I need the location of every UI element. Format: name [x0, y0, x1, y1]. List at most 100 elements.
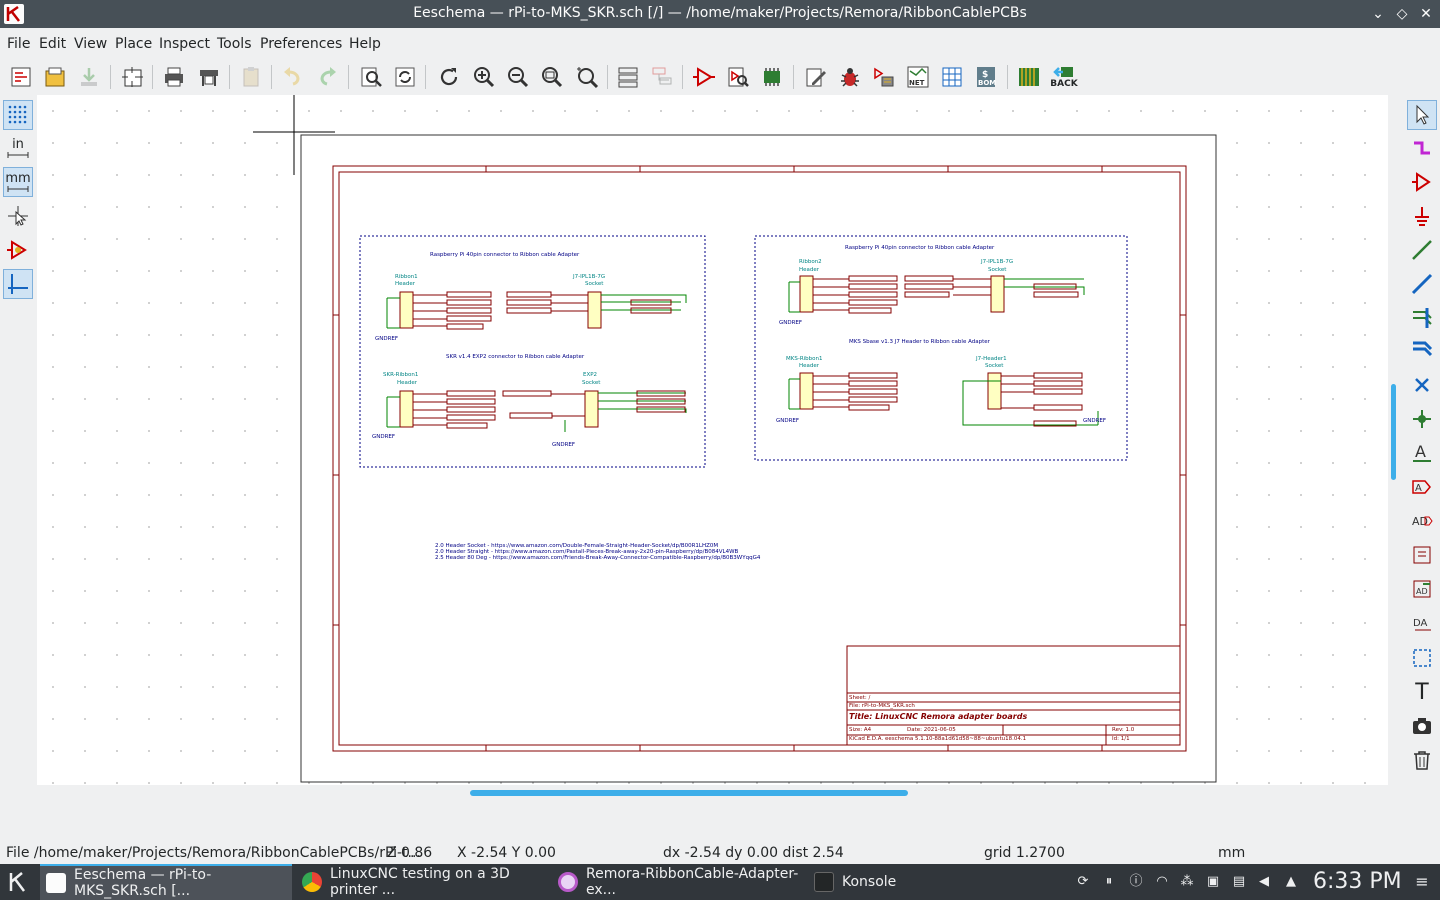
no-connect-icon[interactable] [1407, 370, 1437, 400]
taskbar-item-konsole[interactable]: Konsole [808, 864, 928, 900]
br-gnd-label-2: GNDREF [1083, 418, 1107, 424]
menu-tools[interactable]: Tools [217, 36, 252, 52]
vertical-scrollbar[interactable] [1391, 384, 1396, 480]
menu-place[interactable]: Place [115, 36, 152, 52]
menu-help[interactable]: Help [349, 36, 381, 52]
titleblock-sheet: Sheet: / [849, 695, 871, 701]
kde-launcher-icon[interactable] [6, 864, 34, 900]
annotate-icon[interactable] [758, 63, 786, 91]
print-icon[interactable] [160, 63, 188, 91]
plot-icon[interactable] [195, 63, 223, 91]
clock[interactable]: 6:33 PM [1313, 869, 1402, 894]
maximize-button[interactable]: ◇ [1392, 4, 1412, 24]
add-label-icon[interactable]: A [1407, 437, 1437, 467]
edit-fields-icon[interactable] [802, 63, 830, 91]
titleblock-rev: Rev: 1.0 [1112, 727, 1135, 733]
hidden-pins-icon[interactable] [3, 235, 33, 265]
add-sheet-pin-icon[interactable]: DA [1407, 608, 1437, 638]
bom-icon[interactable]: $ BOM [972, 63, 1000, 91]
bl-exp2-value: Socket [582, 380, 601, 386]
add-sheet-icon[interactable] [1407, 540, 1437, 570]
refresh-icon[interactable] [435, 63, 463, 91]
add-hierarchical-label-icon[interactable]: AD [1407, 506, 1437, 536]
add-power-icon[interactable] [1407, 201, 1437, 231]
zoom-selection-icon[interactable] [573, 63, 601, 91]
titleblock-date: Date: 2021-06-05 [907, 727, 956, 733]
wire-to-bus-icon[interactable] [1407, 302, 1437, 332]
netlist-icon[interactable]: NET [904, 63, 932, 91]
paste-icon[interactable] [237, 63, 265, 91]
add-symbol-icon[interactable] [1407, 167, 1437, 197]
menu-inspect[interactable]: Inspect [159, 36, 210, 52]
add-global-label-icon[interactable]: A [1407, 472, 1437, 502]
horizontal-scrollbar[interactable] [470, 790, 908, 796]
assign-footprints-icon[interactable] [870, 63, 898, 91]
hierarchy-navigator-icon[interactable] [614, 63, 642, 91]
volume-tray-icon[interactable]: ◀ [1255, 873, 1273, 891]
back-annotate-button[interactable]: BACK [1049, 63, 1079, 91]
add-graphic-line-icon[interactable] [1407, 643, 1437, 673]
schematic-canvas[interactable]: Raspberry Pi 40pin connector to Ribbon c… [37, 95, 1388, 785]
erc-bug-icon[interactable] [836, 63, 864, 91]
add-text-icon[interactable]: T [1407, 677, 1437, 707]
zoom-in-icon[interactable] [470, 63, 498, 91]
status-zoom: Z 0.86 [387, 845, 433, 861]
save-icon[interactable] [75, 63, 103, 91]
schematic-setup-icon[interactable] [7, 63, 35, 91]
network-wifi-tray-icon[interactable]: ◠ [1153, 873, 1171, 891]
status-grid: grid 1.2700 [984, 845, 1065, 861]
lock-tray-icon[interactable]: ▣ [1204, 873, 1222, 891]
bl-section-title: SKR v1.4 EXP2 connector to Ribbon cable … [446, 354, 585, 360]
clipboard-tray-icon[interactable]: ▤ [1230, 873, 1248, 891]
taskbar-item-eeschema[interactable]: Eeschema — rPi-to-MKS_SKR.sch [... [40, 864, 292, 900]
svg-text:A: A [1415, 483, 1422, 494]
tr-section-title: Raspberry Pi 40pin connector to Ribbon c… [845, 245, 995, 251]
kdeconnect-tray-icon[interactable]: ⁂ [1178, 873, 1196, 891]
minimize-button[interactable]: ⌄ [1368, 4, 1388, 24]
close-button[interactable]: ✕ [1416, 4, 1436, 24]
titleblock-title: Title: LinuxCNC Remora adapter boards [849, 712, 1028, 721]
cursor-shape-icon[interactable] [3, 201, 33, 231]
pcbnew-icon[interactable] [1015, 63, 1043, 91]
tl-section-title: Raspberry Pi 40pin connector to Ribbon c… [430, 252, 580, 258]
delete-icon[interactable] [1407, 745, 1437, 775]
open-project-icon[interactable] [41, 63, 69, 91]
menu-view[interactable]: View [74, 36, 107, 52]
menu-file[interactable]: File [7, 36, 30, 52]
find-icon[interactable] [357, 63, 385, 91]
zoom-fit-icon[interactable] [538, 63, 566, 91]
orthogonal-wire-icon[interactable] [3, 269, 33, 299]
bulk-edit-fields-icon[interactable] [938, 63, 966, 91]
select-arrow-icon[interactable] [1407, 100, 1437, 130]
find-replace-icon[interactable] [391, 63, 419, 91]
symbol-library-browser-icon[interactable] [724, 63, 752, 91]
units-inches-button[interactable]: in [3, 133, 33, 163]
menu-edit[interactable]: Edit [39, 36, 66, 52]
taskbar-item-chrome[interactable]: LinuxCNC testing on a 3D printer ... [296, 864, 546, 900]
media-pause-tray-icon[interactable]: ⏸ [1100, 873, 1118, 891]
hamburger-menu-icon[interactable]: ≡ [1413, 873, 1431, 891]
highlight-net-icon[interactable] [1407, 134, 1437, 164]
note-line: 2.5 Header 80 Deg - https://www.amazon.c… [435, 555, 761, 561]
grid-toggle-icon[interactable] [3, 100, 33, 130]
add-image-icon[interactable] [1407, 711, 1437, 741]
add-junction-icon[interactable] [1407, 404, 1437, 434]
tray-expand-icon[interactable]: ▲ [1282, 873, 1300, 891]
page-settings-icon[interactable] [118, 63, 146, 91]
notifications-tray-icon[interactable]: ⓘ [1127, 873, 1145, 891]
image-viewer-icon [558, 872, 578, 892]
symbol-editor-icon[interactable] [690, 63, 718, 91]
zoom-out-icon[interactable] [504, 63, 532, 91]
add-wire-icon[interactable] [1407, 235, 1437, 265]
br-section-title: MKS Sbase v1.3 J7 Header to Ribbon cable… [849, 339, 990, 345]
menu-preferences[interactable]: Preferences [260, 36, 342, 52]
import-sheet-pin-icon[interactable]: AD [1407, 574, 1437, 604]
units-mm-button[interactable]: mm [3, 167, 33, 197]
updates-tray-icon[interactable]: ⟳ [1074, 873, 1092, 891]
add-bus-icon[interactable] [1407, 269, 1437, 299]
taskbar-item-image-viewer[interactable]: Remora-RibbonCable-Adapter-ex... [552, 864, 802, 900]
redo-icon[interactable] [313, 63, 341, 91]
bus-to-bus-icon[interactable] [1407, 335, 1437, 365]
leave-sheet-icon[interactable] [648, 63, 676, 91]
undo-icon[interactable] [279, 63, 307, 91]
